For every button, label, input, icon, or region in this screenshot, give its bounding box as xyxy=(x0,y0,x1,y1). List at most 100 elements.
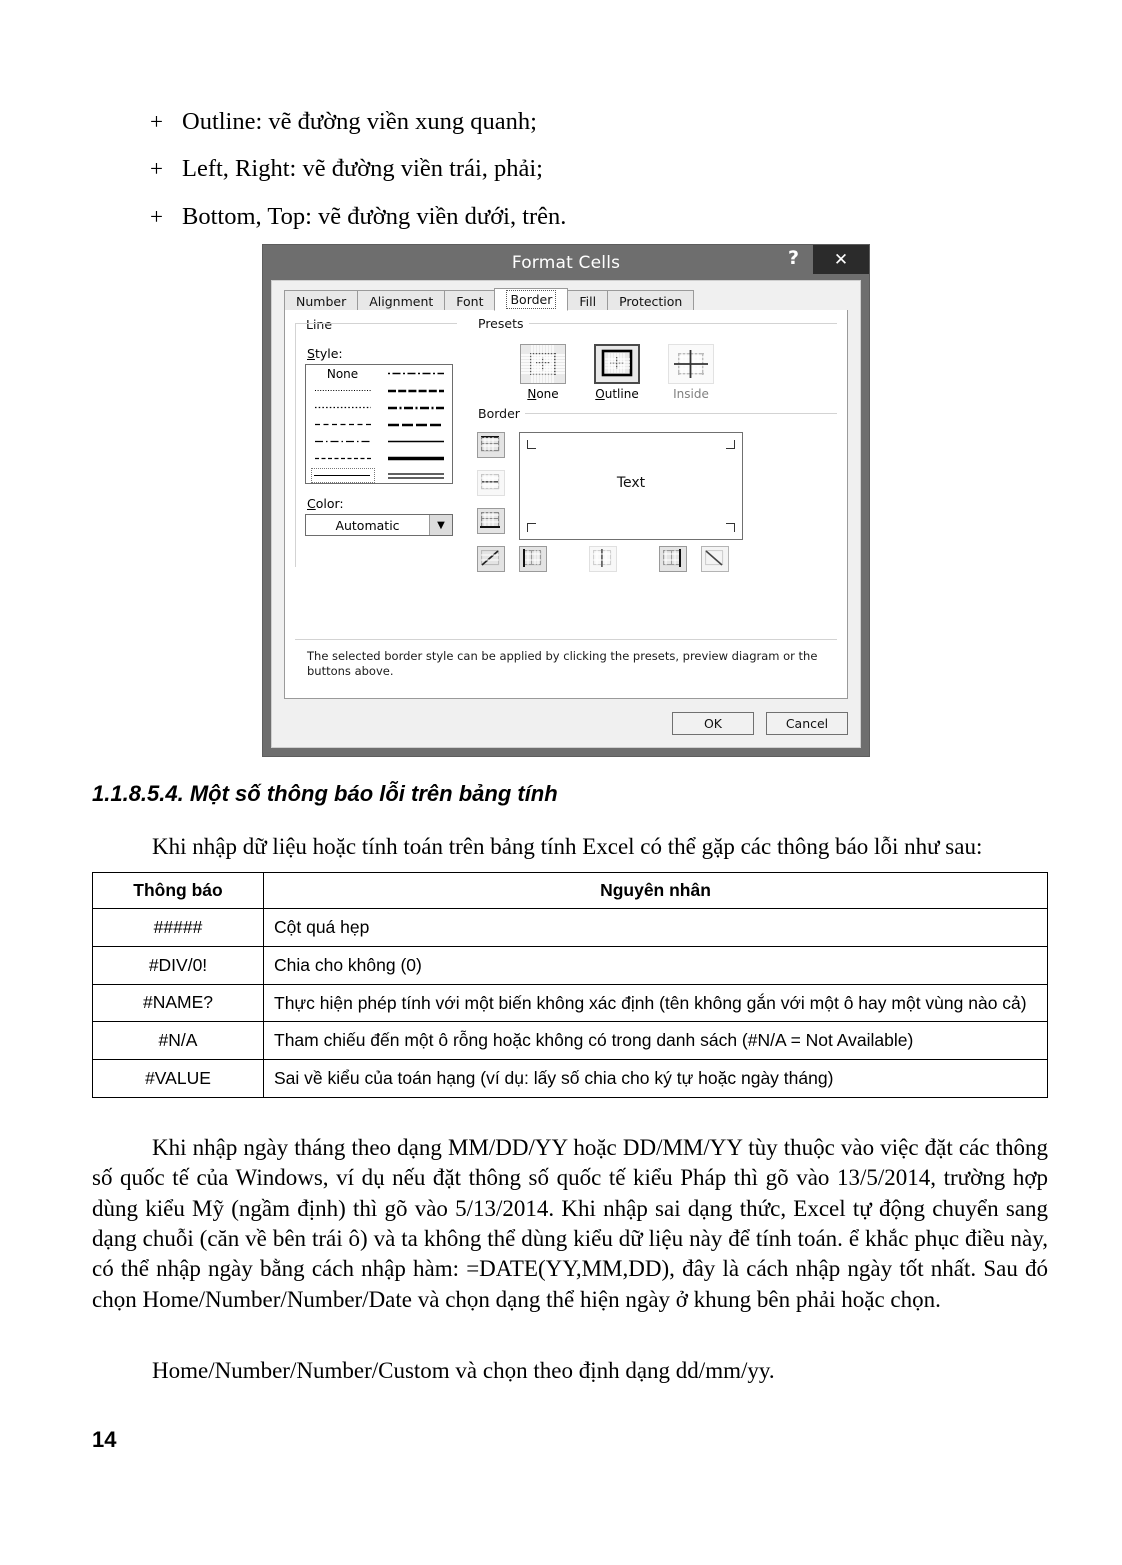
style-label: Style: xyxy=(307,346,343,361)
chevron-down-icon[interactable]: ▼ xyxy=(429,515,452,535)
line-style-list[interactable]: None xyxy=(305,364,453,484)
border-bottom-icon xyxy=(480,512,500,528)
group-rule xyxy=(295,323,457,324)
border-diagonal-up-button[interactable] xyxy=(477,546,505,572)
table-row: #N/A Tham chiếu đến một ô rỗng hoặc khôn… xyxy=(92,1021,1048,1060)
border-middle-horizontal-button[interactable] xyxy=(477,470,505,496)
cell-code: #VALUE xyxy=(92,1059,264,1098)
tab-protection[interactable]: Protection xyxy=(607,290,695,311)
tab-label: Alignment xyxy=(369,293,434,309)
page-number: 14 xyxy=(92,1427,117,1452)
intro-paragraph: Khi nhập dữ liệu hoặc tính toán trên bản… xyxy=(152,834,983,859)
preset-inside-label: Inside xyxy=(673,387,709,401)
line-style-option[interactable] xyxy=(379,399,452,416)
cell-cause: Sai về kiểu của toán hạng (ví dụ: lấy số… xyxy=(263,1059,1048,1098)
border-middle-horizontal-icon xyxy=(481,474,500,490)
tab-alignment[interactable]: Alignment xyxy=(357,290,446,311)
tab-number[interactable]: Number xyxy=(284,290,359,311)
line-swatch-hairline xyxy=(313,475,370,476)
line-style-option[interactable] xyxy=(379,416,452,433)
line-style-option-selected[interactable] xyxy=(306,467,379,484)
preset-none-icon[interactable] xyxy=(520,344,566,384)
line-swatch-dash-dot-dot xyxy=(387,372,444,375)
tab-font[interactable]: Font xyxy=(444,290,496,311)
line-style-option[interactable] xyxy=(306,382,379,399)
line-swatch-medium-dash-dot xyxy=(387,406,444,409)
line-style-option[interactable] xyxy=(306,416,379,433)
border-vertical-icon xyxy=(593,549,612,567)
line-style-option[interactable] xyxy=(306,399,379,416)
line-style-none-label: None xyxy=(326,366,359,381)
color-label: Color: xyxy=(307,496,344,511)
presets-group: Presets None Outline Inside xyxy=(475,316,837,410)
tab-fill[interactable]: Fill xyxy=(567,290,609,311)
help-icon[interactable]: ? xyxy=(788,247,799,269)
cell-cause: Thực hiện phép tính với một biến không x… xyxy=(263,983,1048,1023)
border-right-button[interactable] xyxy=(659,546,687,572)
border-diagonal-down-button[interactable] xyxy=(701,546,729,572)
presets-group-legend: Presets xyxy=(475,316,527,331)
border-vertical-button[interactable] xyxy=(589,546,617,572)
preset-inside[interactable]: Inside xyxy=(665,344,717,401)
line-style-option-none[interactable]: None xyxy=(306,365,379,382)
line-style-option[interactable] xyxy=(379,382,452,399)
tab-label: Protection xyxy=(619,293,683,309)
line-swatch-thick-solid xyxy=(387,456,444,461)
line-style-option[interactable] xyxy=(379,433,452,450)
ok-button[interactable]: OK xyxy=(672,712,754,735)
line-style-option[interactable] xyxy=(306,450,379,467)
list-item-label: Bottom, Top: vẽ đường viền dưới, trên. xyxy=(182,202,567,230)
line-group: Line Style: None Color: Automatic ▼ xyxy=(295,317,457,567)
tab-label: Font xyxy=(456,293,484,309)
table-header-row: Thông báo Nguyên nhân xyxy=(92,872,1048,909)
cancel-button[interactable]: Cancel xyxy=(766,712,848,735)
line-style-option[interactable] xyxy=(379,467,452,484)
border-preview[interactable]: Text xyxy=(519,432,743,540)
line-swatch-medium-dashed xyxy=(387,389,444,392)
error-messages-table: Thông báo Nguyên nhân ##### Cột quá hẹp … xyxy=(92,872,1048,1098)
preset-none-label: None xyxy=(527,387,559,401)
table-row: #VALUE Sai về kiểu của toán hạng (ví dụ:… xyxy=(92,1059,1048,1098)
list-item: + Left, Right: vẽ đường viền trái, phải; xyxy=(150,155,1030,182)
presets-row: None Outline Inside xyxy=(517,344,717,401)
line-group-legend: Line xyxy=(303,317,336,332)
tab-label: Number xyxy=(296,293,347,309)
bullet-list: + Outline: vẽ đường viền xung quanh; + L… xyxy=(150,108,1030,250)
dialog-tabstrip: Number Alignment Font Border Fill Protec… xyxy=(284,288,848,312)
preset-outline[interactable]: Outline xyxy=(591,344,643,401)
border-diagonal-up-icon xyxy=(481,550,500,566)
border-right-icon xyxy=(663,549,681,567)
preset-outline-label: Outline xyxy=(595,387,639,401)
list-item-label: Left, Right: vẽ đường viền trái, phải; xyxy=(182,155,543,183)
border-left-button[interactable] xyxy=(519,546,547,572)
body-paragraph-2: Home/Number/Number/Custom và chọn theo đ… xyxy=(152,1358,775,1383)
line-style-option[interactable] xyxy=(306,433,379,450)
cell-code: ##### xyxy=(92,908,264,947)
column-header-cause: Nguyên nhân xyxy=(263,872,1048,909)
close-icon[interactable]: ✕ xyxy=(813,245,869,274)
cell-code: #DIV/0! xyxy=(92,945,264,985)
section-heading: 1.1.8.5.4. Một số thông báo lỗi trên bản… xyxy=(92,781,558,806)
border-top-button[interactable] xyxy=(477,432,505,458)
preset-inside-icon[interactable] xyxy=(668,344,714,384)
border-group: Border Text xyxy=(475,406,837,632)
line-style-option[interactable] xyxy=(379,365,452,382)
border-left-icon xyxy=(523,549,542,567)
line-swatch-thin-solid xyxy=(387,440,444,443)
table-row: ##### Cột quá hẹp xyxy=(92,908,1048,947)
preset-none[interactable]: None xyxy=(517,344,569,401)
line-style-option[interactable] xyxy=(379,450,452,467)
line-swatch-dashed-thin xyxy=(314,423,371,426)
preset-outline-icon[interactable] xyxy=(594,344,640,384)
preset-outline-glyph xyxy=(601,349,633,377)
line-swatch-dashed xyxy=(314,457,371,460)
border-color-select[interactable]: Automatic ▼ xyxy=(305,514,453,536)
tab-label: Fill xyxy=(579,293,597,309)
border-bottom-button[interactable] xyxy=(477,508,505,534)
corner-marker-bottom-left xyxy=(527,523,536,532)
dialog-body: Number Alignment Font Border Fill Protec… xyxy=(271,280,861,748)
line-swatch-dotted xyxy=(314,406,371,409)
line-swatch-thick-dashed xyxy=(387,423,444,426)
tab-border[interactable]: Border xyxy=(494,288,569,311)
dialog-buttons: OK Cancel xyxy=(672,712,848,735)
